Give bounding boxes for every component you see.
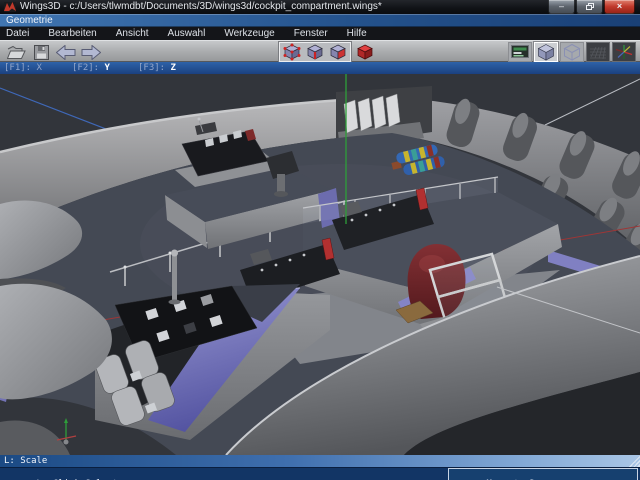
magnet-status-box: Magnet: Dome [Alt]+Drag: Adjust Radius — [448, 468, 638, 480]
restore-button[interactable] — [576, 0, 603, 14]
show-axes-icon — [615, 44, 633, 60]
hint-bar: L: Click Select LL: Paint Select R: Menu… — [0, 467, 640, 480]
f2-key-label: [F2]: — [72, 63, 105, 73]
f2-axis-y: Y — [105, 63, 110, 73]
menu-bar: Datei Bearbeiten Ansicht Auswahl Werkzeu… — [0, 27, 640, 40]
restore-icon — [586, 3, 594, 10]
edge-select-button[interactable] — [304, 43, 326, 61]
body-select-button[interactable] — [354, 43, 376, 61]
console-pole — [172, 255, 177, 301]
edge-select-icon — [306, 43, 324, 61]
f3-axis-z: Z — [171, 63, 176, 73]
menu-fenster[interactable]: Fenster — [294, 28, 328, 39]
resize-grip[interactable] — [627, 455, 640, 467]
mouse-hints: L: Click Select LL: Paint Select R: Menu… — [4, 469, 159, 480]
viewport-3d[interactable] — [0, 74, 640, 455]
viewport-3d-scene — [0, 74, 640, 455]
info-text: L: Scale — [4, 456, 47, 466]
save-button[interactable] — [30, 43, 52, 61]
redo-arrow-icon — [81, 45, 101, 60]
ground-plane-button[interactable] — [586, 42, 610, 62]
axis-constraint-bar: [F1]: X [F2]: Y [F3]: Z — [0, 62, 640, 74]
selection-mode-group — [279, 42, 351, 62]
wings3d-logo-icon — [4, 2, 16, 12]
smooth-shading-button[interactable] — [534, 42, 558, 62]
title-bar: Wings3D - c:/Users/tlwmdbt/Documents/3D/… — [0, 0, 640, 14]
f1-axis-x: X — [37, 63, 42, 73]
wings3d-window: Wings3D - c:/Users/tlwmdbt/Documents/3D/… — [0, 0, 640, 480]
save-floppy-icon — [34, 45, 49, 60]
redo-button[interactable] — [80, 43, 102, 61]
menu-werkzeuge[interactable]: Werkzeuge — [224, 28, 274, 39]
minimize-button[interactable]: – — [548, 0, 575, 14]
workmode-button[interactable] — [508, 42, 532, 62]
show-axes-button[interactable] — [612, 42, 636, 62]
workmode-icon — [511, 45, 529, 60]
wireframe-cube-icon — [563, 43, 581, 61]
open-folder-icon — [7, 45, 26, 60]
close-button[interactable]: × — [604, 0, 635, 14]
open-button[interactable] — [5, 43, 27, 61]
menu-datei[interactable]: Datei — [6, 28, 29, 39]
toolbar — [0, 40, 640, 62]
undo-arrow-icon — [56, 45, 76, 60]
f1-key-label: [F1]: — [4, 63, 37, 73]
face-select-button[interactable] — [327, 43, 349, 61]
geometry-window-title: Geometrie — [6, 15, 53, 26]
vertex-select-icon — [283, 43, 301, 61]
geometry-window-header[interactable]: Geometrie — [0, 14, 640, 27]
window-title: Wings3D - c:/Users/tlwmdbt/Documents/3D/… — [20, 1, 382, 12]
menu-hilfe[interactable]: Hilfe — [347, 28, 367, 39]
body-select-icon — [356, 43, 374, 61]
vertex-select-button[interactable] — [281, 43, 303, 61]
f3-key-label: [F3]: — [138, 63, 171, 73]
face-select-icon — [329, 43, 347, 61]
menu-auswahl[interactable]: Auswahl — [168, 28, 206, 39]
menu-bearbeiten[interactable]: Bearbeiten — [48, 28, 96, 39]
smooth-shading-cube-icon — [537, 43, 555, 61]
info-bar: L: Scale — [0, 455, 640, 467]
wireframe-button[interactable] — [560, 42, 584, 62]
undo-button[interactable] — [55, 43, 77, 61]
ground-plane-icon — [589, 45, 607, 60]
menu-ansicht[interactable]: Ansicht — [116, 28, 149, 39]
